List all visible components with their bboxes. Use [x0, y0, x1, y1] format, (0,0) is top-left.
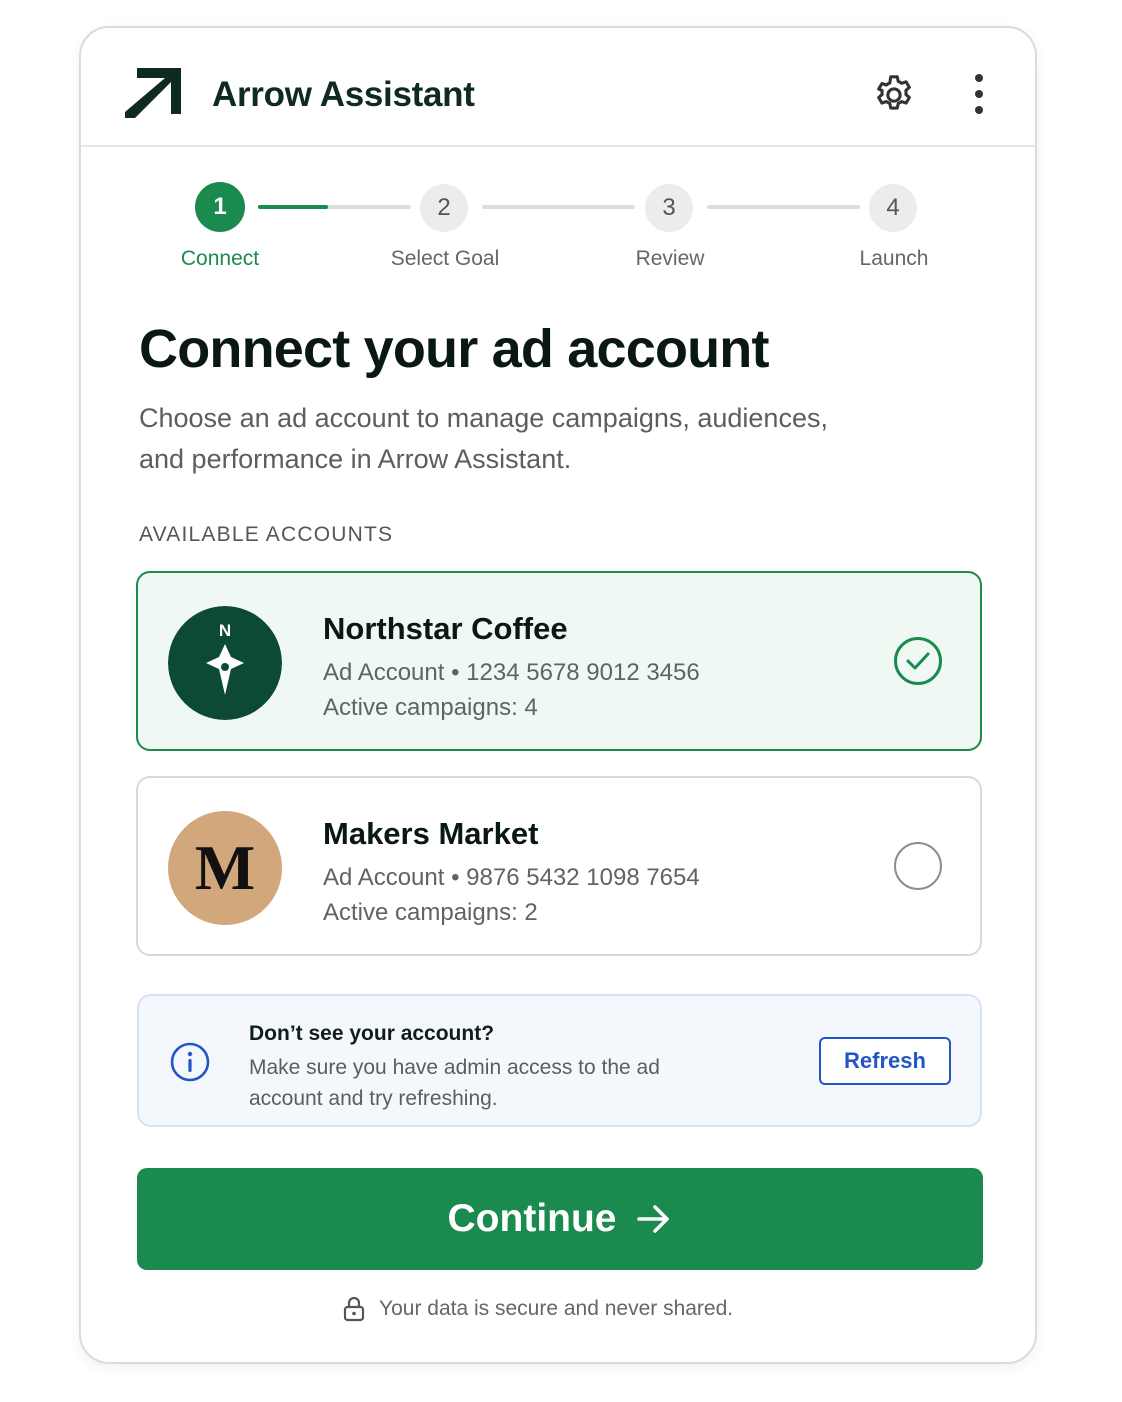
lock-icon: [343, 1296, 365, 1322]
step-2-circle[interactable]: 2: [420, 184, 468, 232]
app-header: Arrow Assistant: [81, 28, 1035, 147]
step-progress-fill: [258, 205, 328, 209]
compass-icon: N: [168, 606, 282, 720]
gear-icon[interactable]: [871, 72, 917, 118]
account-card-northstar[interactable]: N Northstar Coffee Ad Account • 1234 567…: [136, 571, 982, 751]
refresh-button[interactable]: Refresh: [819, 1037, 951, 1085]
security-note-text: Your data is secure and never shared.: [379, 1297, 734, 1320]
page-subtitle: Choose an ad account to manage campaigns…: [139, 403, 828, 474]
step-1-circle[interactable]: 1: [195, 182, 245, 232]
more-options-icon[interactable]: [961, 72, 997, 118]
info-icon: [170, 1042, 210, 1082]
account-number: Ad Account • 1234 5678 9012 3456: [323, 659, 700, 686]
notice-title: Don’t see your account?: [249, 1022, 495, 1045]
notice-text: Make sure you have admin access to the a…: [249, 1056, 660, 1110]
step-3-circle[interactable]: 3: [645, 184, 693, 232]
account-number: Ad Account • 9876 5432 1098 7654: [323, 864, 700, 891]
makers-avatar: M: [168, 811, 282, 925]
account-name: Northstar Coffee: [323, 611, 568, 646]
northstar-avatar: N: [168, 606, 282, 720]
onboarding-card: Arrow Assistant 1 2 3 4 Connect Select G…: [79, 26, 1037, 1364]
step-connector-2: [482, 205, 635, 209]
security-note: Your data is secure and never shared.: [343, 1296, 733, 1322]
continue-button[interactable]: Continue: [137, 1168, 983, 1270]
continue-label: Continue: [447, 1197, 617, 1240]
compass-letter: N: [219, 621, 231, 640]
makers-avatar-letter: M: [194, 832, 256, 903]
step-3-label: Review: [635, 247, 705, 270]
account-card-makers[interactable]: M Makers Market Ad Account • 9876 5432 1…: [136, 776, 982, 956]
step-connector-3: [707, 205, 860, 209]
step-4-circle[interactable]: 4: [869, 184, 917, 232]
page-title: Connect your ad account: [139, 319, 769, 379]
account-radio-selected[interactable]: [894, 637, 942, 685]
arrow-logo-icon: [125, 68, 181, 118]
account-campaigns: Active campaigns: 4: [323, 694, 538, 721]
step-2-label: Select Goal: [390, 247, 500, 270]
account-radio-unselected[interactable]: [894, 842, 942, 890]
account-name: Makers Market: [323, 816, 539, 851]
missing-account-notice: Don’t see your account? Make sure you ha…: [137, 994, 982, 1127]
available-accounts-label: AVAILABLE ACCOUNTS: [139, 523, 394, 546]
step-4-label: Launch: [859, 247, 929, 270]
check-icon: [906, 652, 930, 670]
step-1-label: Connect: [180, 247, 260, 270]
account-campaigns: Active campaigns: 2: [323, 899, 538, 926]
app-title: Arrow Assistant: [212, 75, 475, 114]
arrow-right-icon: [637, 1205, 670, 1233]
step-connector-1: [258, 205, 411, 209]
